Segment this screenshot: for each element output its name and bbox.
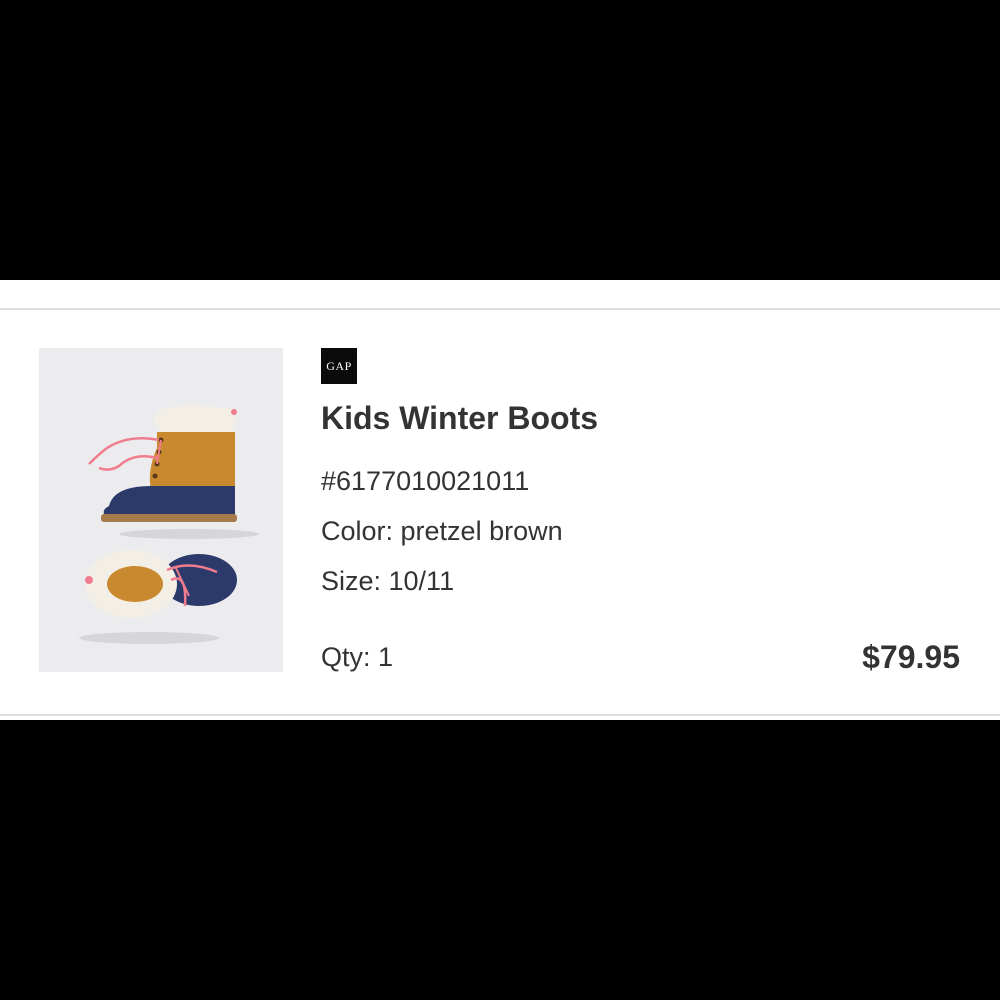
product-quantity: Qty: 1 — [321, 642, 394, 672]
product-price: $79.95 — [862, 639, 960, 675]
product-color: Color: pretzel brown — [321, 516, 563, 546]
product-sku: #6177010021011 — [321, 466, 530, 496]
cart-item-card[interactable]: GAP Kids Winter Boots #6177010021011 Col… — [0, 280, 1000, 720]
bottom-divider — [0, 714, 1000, 716]
boots-icon — [79, 405, 259, 644]
top-divider — [0, 308, 1000, 310]
boot-upper-icon — [88, 405, 237, 522]
product-size: Size: 10/11 — [321, 566, 455, 596]
screen: GAP Kids Winter Boots #6177010021011 Col… — [0, 0, 1000, 1000]
boot-lower-icon — [79, 529, 259, 644]
product-image[interactable] — [39, 348, 283, 672]
product-title[interactable]: Kids Winter Boots — [321, 400, 598, 437]
gap-logo: GAP — [321, 348, 357, 384]
